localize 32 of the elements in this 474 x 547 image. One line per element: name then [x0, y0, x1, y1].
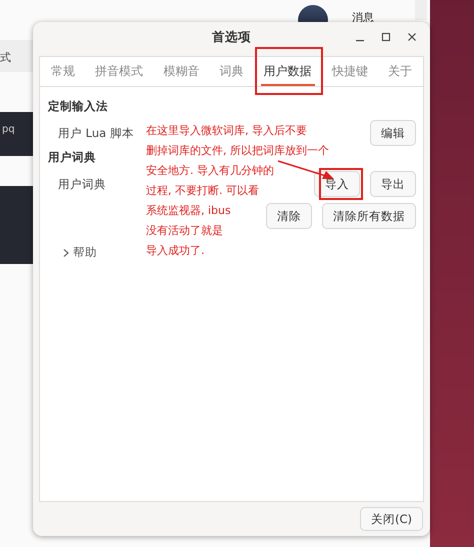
- section-heading: 用户词典: [48, 150, 96, 165]
- action-button[interactable]: 导出: [370, 171, 416, 197]
- section-heading: 定制输入法: [48, 99, 108, 114]
- annotation-line: 导入成功了.: [146, 243, 204, 259]
- annotation-line: 过程, 不要打断. 可以看: [146, 183, 259, 199]
- scrollbar[interactable]: [415, 0, 427, 20]
- tab[interactable]: 模糊音: [160, 57, 202, 86]
- window-title: 首选项: [212, 28, 251, 46]
- action-button[interactable]: 编辑: [370, 120, 416, 146]
- close-button[interactable]: 关闭(C): [360, 507, 423, 531]
- code-text: pq: [2, 124, 15, 135]
- tab[interactable]: 关于: [384, 57, 415, 86]
- action-button[interactable]: 清除: [266, 203, 312, 229]
- annotation-line: 在这里导入微软词库, 导入后不要: [146, 123, 307, 139]
- close-icon[interactable]: [406, 31, 418, 43]
- tab[interactable]: 常规: [48, 57, 78, 86]
- tab[interactable]: 词典: [216, 57, 246, 86]
- maximize-icon[interactable]: [380, 31, 392, 43]
- tab[interactable]: 用户数据: [260, 57, 315, 86]
- row-label: 用户词典: [57, 176, 106, 192]
- row-label: 用户 Lua 脚本: [57, 126, 134, 140]
- annotation-line: 没有活动了就是: [146, 223, 223, 239]
- tab[interactable]: 快捷键: [328, 57, 371, 86]
- chevron-icon: [62, 248, 70, 258]
- action-button[interactable]: 导入: [314, 171, 360, 197]
- help-expander[interactable]: 帮助: [62, 245, 97, 260]
- action-button[interactable]: 清除所有数据: [322, 203, 416, 229]
- annotation-line: 删掉词库的文件, 所以把词库放到一个: [146, 143, 329, 159]
- annotation-line: 安全地方. 导入有几分钟的: [146, 163, 274, 179]
- toolbar-label[interactable]: 式: [0, 50, 11, 72]
- tab[interactable]: 拼音模式: [92, 57, 146, 86]
- annotation-line: 系统监视器, ibus: [146, 203, 231, 219]
